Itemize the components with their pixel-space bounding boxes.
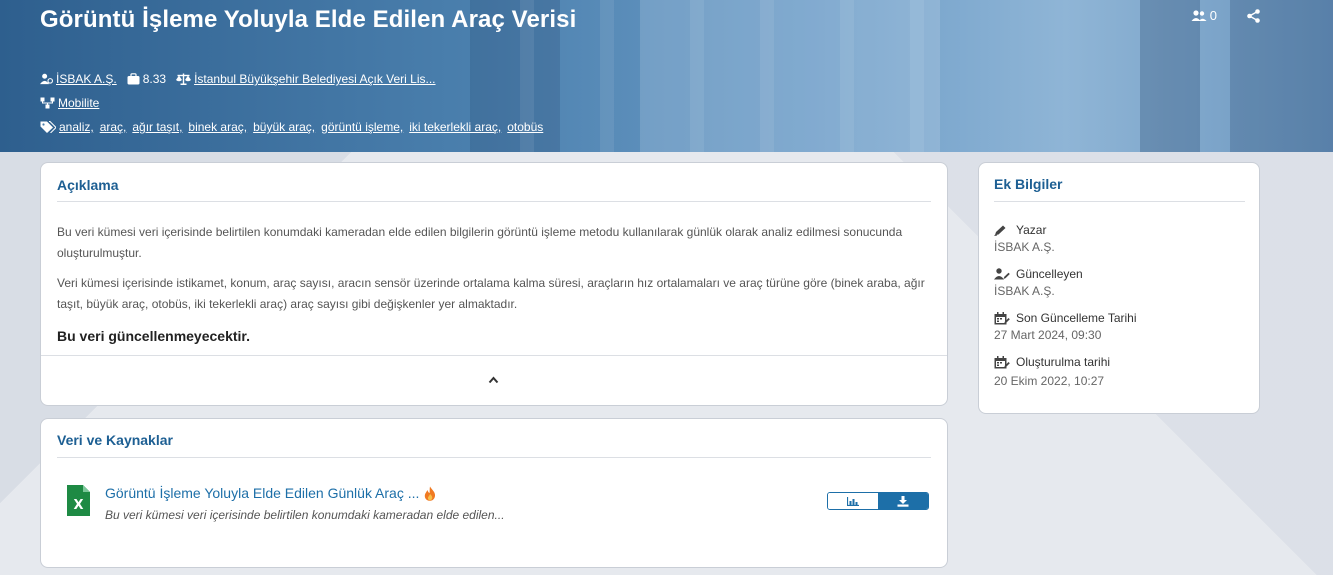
author-value: İSBAK A.Ş. — [994, 240, 1055, 254]
updater-label: Güncelleyen — [1016, 267, 1083, 281]
preview-button[interactable] — [828, 493, 878, 509]
license-link[interactable]: İstanbul Büyükşehir Belediyesi Açık Veri… — [176, 72, 436, 86]
extra-info-title: Ek Bilgiler — [994, 176, 1063, 192]
tag-link[interactable]: araç, — [100, 120, 127, 134]
rating-value: 8.33 — [142, 72, 167, 86]
hero-bg-stripe — [910, 0, 924, 152]
update-note: Bu veri güncellenmeyecektir. — [57, 328, 250, 344]
description-paragraph: Bu veri kümesi veri içerisinde belirtile… — [57, 225, 903, 260]
hero-banner: Görüntü İşleme Yoluyla Elde Edilen Araç … — [0, 0, 1333, 152]
chevron-up-icon[interactable] — [488, 376, 499, 384]
divider — [57, 201, 931, 202]
excel-file-icon: X — [67, 485, 90, 516]
created-value: 20 Ekim 2022, 10:27 — [994, 374, 1105, 388]
calendar-icon — [994, 311, 1010, 324]
tag-link[interactable]: binek araç, — [188, 120, 247, 134]
category-icon — [40, 97, 55, 109]
download-icon — [897, 495, 909, 507]
tag-link[interactable]: ağır taşıt, — [132, 120, 182, 134]
followers-count: 0 — [1209, 8, 1217, 23]
page-title: Görüntü İşleme Yoluyla Elde Edilen Araç … — [40, 6, 577, 33]
resource-item[interactable]: Görüntü İşleme Yoluyla Elde Edilen Günlü… — [105, 485, 436, 501]
user-edit-icon — [994, 268, 1010, 280]
updater-value: İSBAK A.Ş. — [994, 284, 1055, 298]
tag-link[interactable]: büyük araç, — [253, 120, 315, 134]
calendar-icon — [994, 355, 1010, 368]
hero-bg-stripe — [690, 0, 704, 152]
hero-bg-panel — [640, 0, 940, 152]
tag-link[interactable]: analiz, — [59, 120, 94, 134]
pen-icon — [994, 225, 1006, 236]
divider — [41, 355, 947, 356]
chart-icon — [847, 496, 859, 506]
last-update-label: Son Güncelleme Tarihi — [1016, 311, 1137, 325]
author-label: Yazar — [1016, 223, 1047, 237]
svg-text:X: X — [73, 498, 83, 513]
description-card: Açıklama Bu veri kümesi veri içerisinde … — [40, 162, 948, 406]
extra-info-card: Ek Bilgiler Yazar İSBAK A.Ş. Güncelleyen… — [978, 162, 1260, 414]
last-update-value: 27 Mart 2024, 09:30 — [994, 328, 1102, 342]
followers-counter[interactable]: 0 — [1191, 8, 1217, 23]
category-name[interactable]: Mobilite — [58, 96, 99, 110]
divider — [994, 201, 1245, 202]
resources-card: Veri ve Kaynaklar X Görüntü İşleme Yoluy… — [40, 418, 948, 568]
category-link[interactable]: Mobilite — [40, 96, 99, 110]
scale-icon — [176, 73, 192, 85]
hero-bg-stripe — [760, 0, 774, 152]
rating: 8.33 — [127, 72, 166, 86]
share-icon[interactable] — [1247, 9, 1260, 23]
resource-actions — [827, 492, 929, 510]
updater-info: Güncelleyen İSBAK A.Ş. — [994, 267, 1083, 298]
author-info: Yazar İSBAK A.Ş. — [994, 223, 1055, 254]
license-name[interactable]: İstanbul Büyükşehir Belediyesi Açık Veri… — [194, 72, 435, 86]
fire-icon — [425, 486, 436, 501]
hero-bg-panel — [1230, 0, 1333, 152]
dataset-meta: İSBAK A.Ş. 8.33 İstanbul Büyükşehir Bele… — [40, 72, 543, 144]
resource-title[interactable]: Görüntü İşleme Yoluyla Elde Edilen Günlü… — [105, 485, 419, 501]
publisher-name[interactable]: İSBAK A.Ş. — [56, 72, 117, 86]
created-label: Oluşturulma tarihi — [1016, 355, 1111, 369]
user-icon — [40, 73, 53, 85]
tag-link[interactable]: görüntü işleme, — [321, 120, 403, 134]
hero-bg-stripe — [600, 0, 614, 152]
tag-link[interactable]: iki tekerlekli araç, — [409, 120, 501, 134]
last-update-info: Son Güncelleme Tarihi 27 Mart 2024, 09:3… — [994, 311, 1137, 342]
divider — [57, 457, 931, 458]
hero-bg-stripe — [840, 0, 854, 152]
description-title: Açıklama — [57, 177, 119, 193]
created-info: Oluşturulma tarihi 20 Ekim 2022, 10:27 — [994, 355, 1110, 388]
resource-description: Bu veri kümesi veri içerisinde belirtile… — [105, 508, 505, 522]
download-button[interactable] — [878, 493, 928, 509]
users-icon — [1191, 9, 1207, 21]
description-paragraph: Veri kümesi içerisinde istikamet, konum,… — [57, 276, 925, 311]
briefcase-icon — [127, 73, 140, 85]
tag-list: analiz, araç, ağır taşıt, binek araç, bü… — [59, 120, 543, 134]
tag-link[interactable]: otobüs — [507, 120, 543, 134]
tag-icon — [40, 121, 56, 133]
resources-title: Veri ve Kaynaklar — [57, 432, 173, 448]
publisher-link[interactable]: İSBAK A.Ş. — [40, 72, 117, 86]
